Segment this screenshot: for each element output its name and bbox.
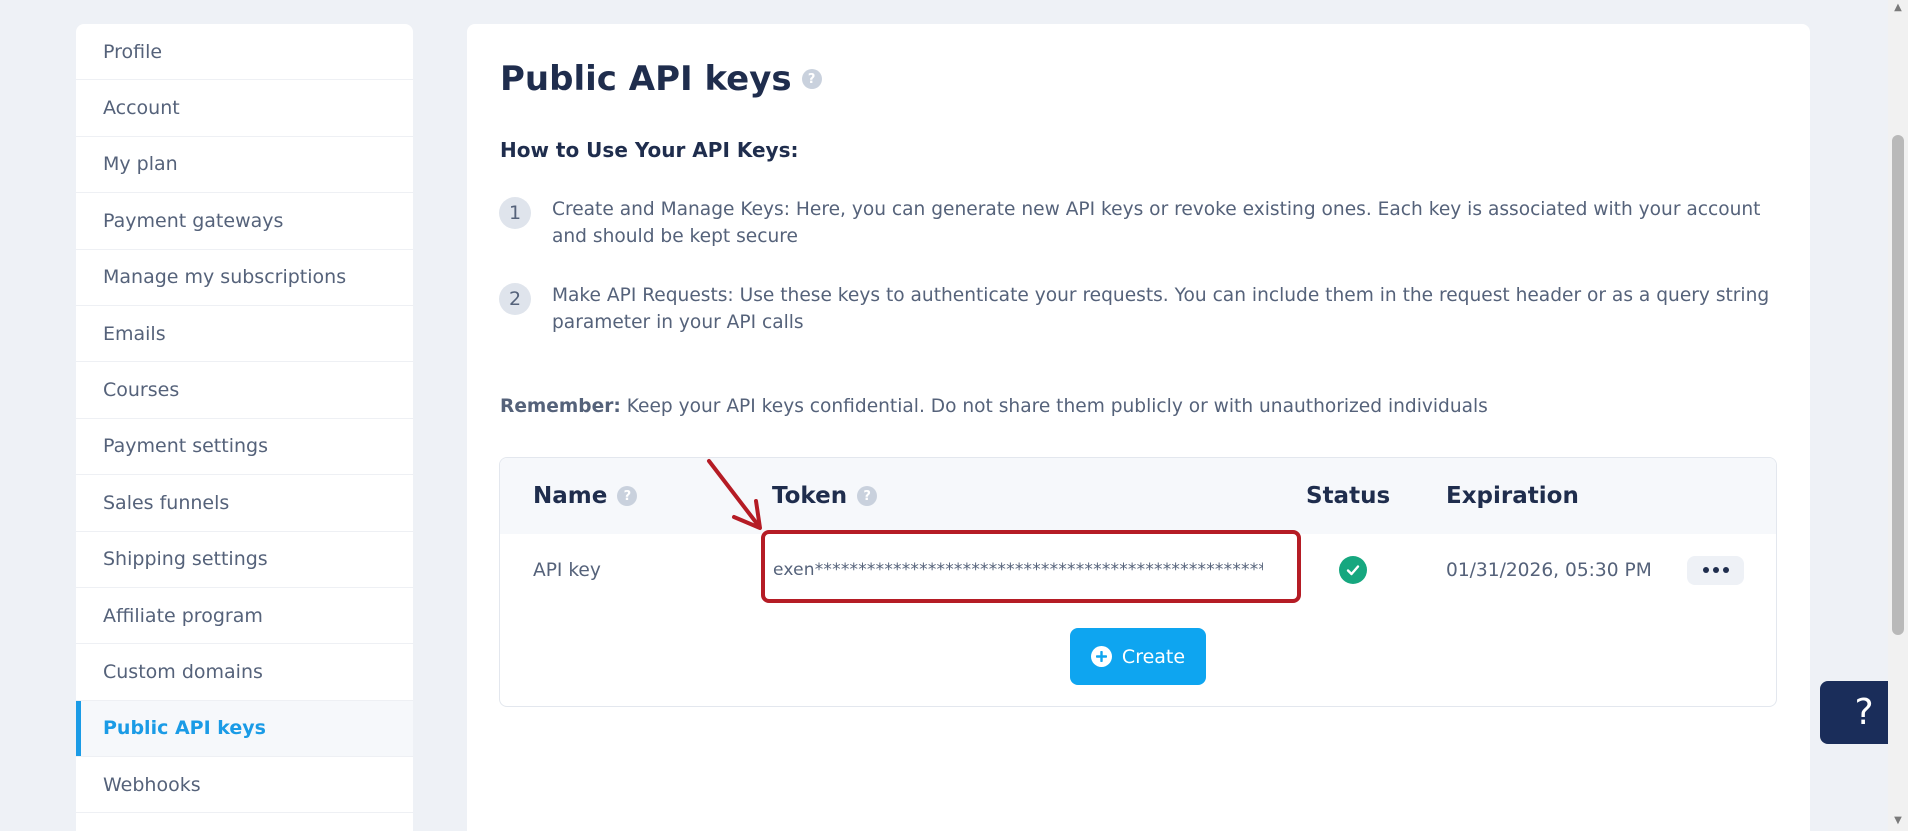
main-panel: Public API keys ? How to Use Your API Ke… (467, 24, 1810, 831)
more-options-button[interactable] (1687, 555, 1744, 585)
scroll-up-icon[interactable]: ▲ (1892, 2, 1904, 14)
sidebar-item-courses[interactable]: Courses (76, 362, 413, 419)
plus-circle-icon (1090, 646, 1112, 667)
api-keys-table: Name ? Token ? Status Expiration API key… (499, 457, 1777, 707)
howto-heading: How to Use Your API Keys: (500, 138, 799, 162)
sidebar-item-payment-settings[interactable]: Payment settings (76, 419, 413, 476)
scroll-down-icon[interactable]: ▼ (1892, 815, 1904, 827)
column-header-label: Token (772, 483, 848, 509)
row-actions (1687, 534, 1744, 606)
remember-note: Remember: Keep your API keys confidentia… (500, 396, 1488, 417)
column-header-label: Status (1306, 483, 1391, 509)
sidebar-item-manage-subscriptions[interactable]: Manage my subscriptions (76, 250, 413, 306)
step-item: 1 Create and Manage Keys: Here, you can … (499, 197, 1784, 250)
sidebar-item-shipping-settings[interactable]: Shipping settings (76, 532, 413, 588)
sidebar-item-account[interactable]: Account (76, 80, 413, 137)
sidebar-item-profile[interactable]: Profile (76, 24, 413, 81)
column-header-expiration: Expiration (1446, 458, 1579, 534)
check-circle-icon (1339, 556, 1367, 584)
create-key-button[interactable]: Create (1070, 628, 1206, 685)
status-cell (1339, 534, 1367, 606)
key-token[interactable]: exen************************************… (773, 534, 1263, 606)
remember-text: Keep your API keys confidential. Do not … (626, 396, 1488, 417)
sidebar-item-my-plan[interactable]: My plan (76, 137, 413, 194)
help-icon[interactable]: ? (617, 486, 638, 506)
sidebar-item-emails[interactable]: Emails (76, 306, 413, 363)
column-header-label: Expiration (1446, 483, 1579, 509)
sidebar-item-payment-gateways[interactable]: Payment gateways (76, 193, 413, 250)
step-number: 2 (499, 283, 531, 315)
remember-label: Remember: (500, 396, 621, 417)
sidebar-item-custom-domains[interactable]: Custom domains (76, 644, 413, 701)
create-button-label: Create (1121, 645, 1186, 668)
scrollbar-thumb[interactable] (1892, 135, 1904, 635)
page-title: Public API keys ? (500, 59, 822, 99)
more-dot-icon (1722, 567, 1729, 573)
step-text: Make API Requests: Use these keys to aut… (552, 285, 1770, 333)
key-name: API key (533, 559, 601, 581)
sidebar-item-affiliate-program[interactable]: Affiliate program (76, 588, 413, 645)
table-row: API key exen****************************… (500, 534, 1776, 606)
step-item: 2 Make API Requests: Use these keys to a… (499, 283, 1784, 336)
table-header: Name ? Token ? Status Expiration (500, 458, 1776, 534)
column-header-token: Token ? (772, 458, 878, 534)
page-title-text: Public API keys (500, 59, 792, 99)
help-icon[interactable]: ? (801, 69, 822, 89)
sidebar-item-webhooks[interactable]: Webhooks (76, 757, 413, 814)
key-expiration: 01/31/2026, 05:30 PM (1446, 559, 1652, 581)
step-number: 1 (499, 197, 531, 229)
column-header-status: Status (1306, 458, 1390, 534)
more-dot-icon (1702, 567, 1709, 573)
help-icon[interactable]: ? (857, 486, 878, 506)
more-dot-icon (1712, 567, 1719, 573)
settings-sidebar: Profile Account My plan Payment gateways… (76, 24, 413, 831)
sidebar-item-sales-funnels[interactable]: Sales funnels (76, 475, 413, 532)
step-text: Create and Manage Keys: Here, you can ge… (552, 199, 1761, 247)
sidebar-item-public-api-keys[interactable]: Public API keys (76, 700, 413, 758)
column-header-name: Name ? (533, 458, 638, 534)
column-header-label: Name (533, 483, 608, 509)
